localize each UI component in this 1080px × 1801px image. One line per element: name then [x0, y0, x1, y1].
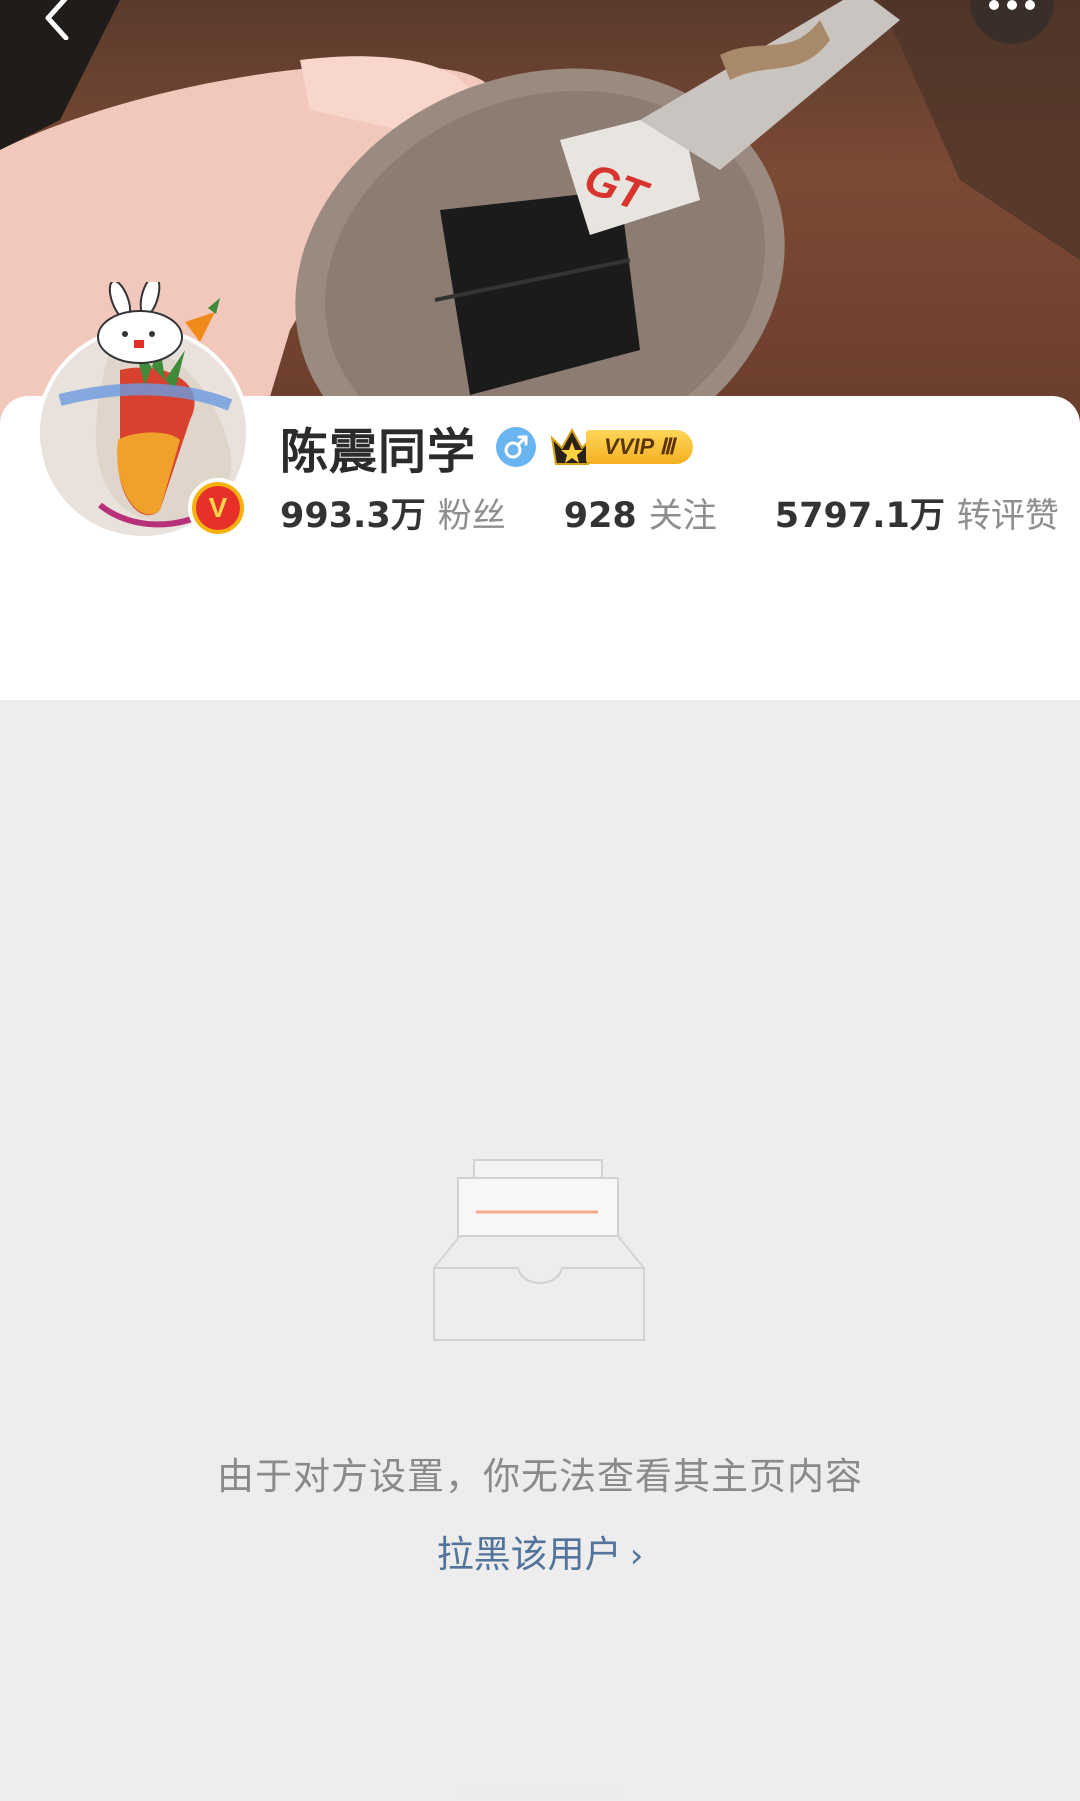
home-indicator[interactable] — [458, 1784, 622, 1794]
empty-inbox-icon — [433, 1159, 645, 1341]
chevron-left-icon — [45, 0, 69, 40]
blocked-message: 由于对方设置，你无法查看其主页内容 — [217, 1455, 863, 1498]
username: 陈震同学 — [280, 424, 477, 480]
stat-followers[interactable]: 993.3万 粉丝 — [280, 487, 506, 538]
stat-value: 5797.1万 — [774, 495, 945, 536]
stat-interactions[interactable]: 5797.1万 转评赞 — [775, 487, 1059, 538]
more-dot — [1025, 0, 1035, 10]
stat-label: 转评赞 — [956, 495, 1059, 536]
rabbit-decoration-icon — [97, 282, 220, 364]
chevron-right-icon: › — [629, 1536, 644, 1576]
name-row: 陈震同学 VVIP Ⅲ — [280, 412, 693, 482]
more-dot — [1007, 0, 1017, 10]
vvip-label: VVIP Ⅲ — [586, 430, 693, 464]
vvip-badge[interactable]: VVIP Ⅲ — [548, 426, 693, 468]
block-user-label: 拉黑该用户 — [436, 1533, 622, 1576]
stat-value: 928 — [563, 495, 637, 536]
verified-badge: V — [188, 478, 248, 538]
back-button[interactable] — [28, 0, 88, 42]
avatar-container[interactable]: V — [36, 282, 250, 540]
stat-following[interactable]: 928 关注 — [564, 488, 717, 537]
male-icon — [496, 427, 537, 467]
more-dot — [989, 0, 999, 10]
stat-label: 关注 — [648, 495, 717, 536]
stats-row: 993.3万 粉丝 928 关注 5797.1万 转评赞 — [280, 484, 1059, 540]
block-user-link[interactable]: 拉黑该用户 › — [0, 1524, 1080, 1578]
stat-label: 粉丝 — [437, 495, 506, 536]
stat-value: 993.3万 — [280, 495, 426, 536]
verified-v-icon: V — [196, 486, 240, 530]
